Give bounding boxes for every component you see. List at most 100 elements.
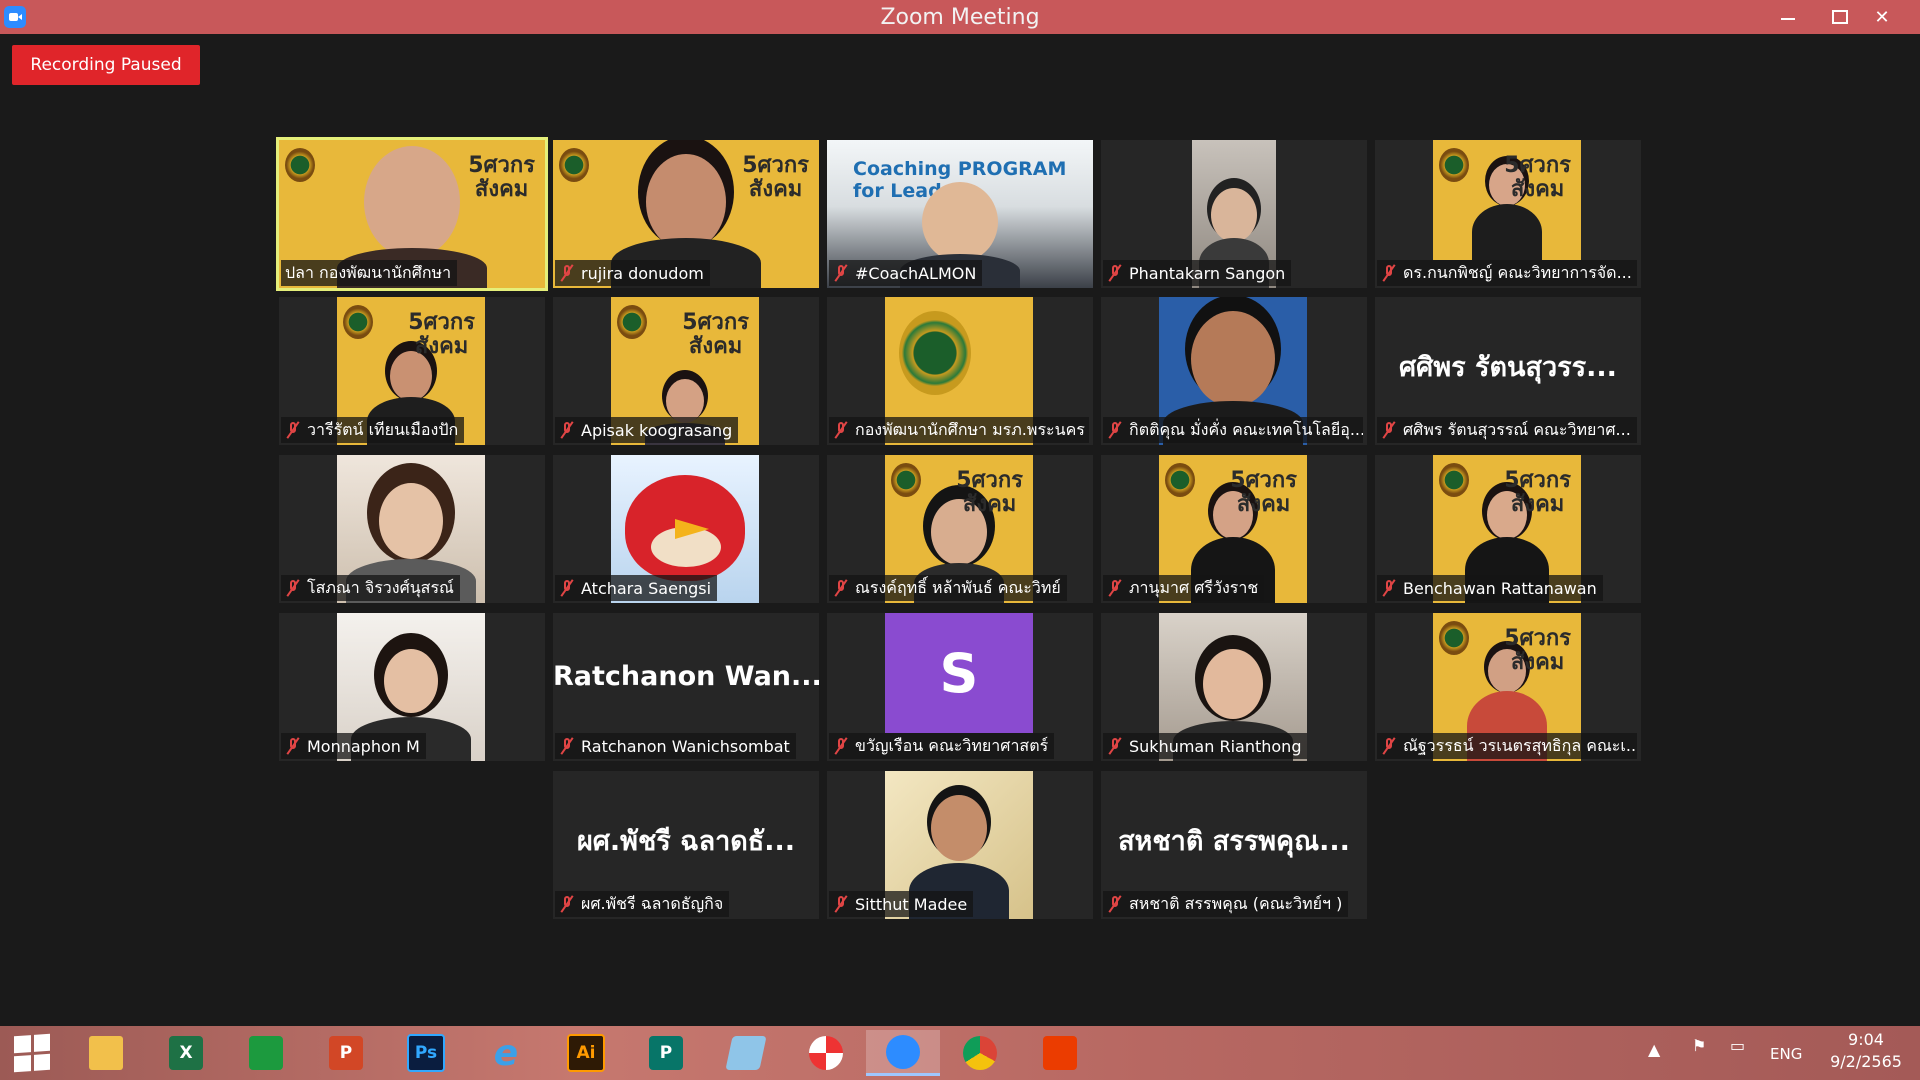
participant-tile[interactable]: Monnaphon M [279,613,545,761]
network-icon[interactable]: ▭ [1730,1036,1745,1055]
participant-tile[interactable]: Sitthut Madee [827,771,1093,919]
participant-video [1433,140,1581,260]
participant-name: ปลา กองพัฒนานักศึกษา [281,260,458,286]
participant-tile[interactable]: S ขวัญเรือน คณะวิทยาศาสตร์ [827,613,1093,761]
notepad-icon [725,1036,767,1070]
taskbar-app-notepad[interactable] [716,1030,776,1076]
participant-display-name: ศศิพร รัตนสุวรร... [1399,352,1617,383]
participant-name: วารีรัตน์ เทียนเมืองปัก [281,417,465,443]
participant-tile[interactable]: Coaching PROGRAM for Leader #CoachALMON [827,140,1093,288]
participant-tile[interactable]: Phantakarn Sangon [1101,140,1367,288]
participant-tile[interactable]: Atchara Saengsi [553,455,819,603]
participant-figure [1467,160,1547,260]
university-seal-logo [899,311,971,395]
participant-tile[interactable]: ผศ.พัชรี ฉลาดธั... ผศ.พัชรี ฉลาดธัญกิจ [553,771,819,919]
participant-name: Sitthut Madee [829,891,974,917]
action-center-flag-icon[interactable]: ⚑ [1692,1036,1706,1055]
muted-mic-icon [833,264,849,282]
participant-tile[interactable]: โสภณา จิรวงศ์นุสรณ์ [279,455,545,603]
store-icon [249,1036,283,1070]
muted-mic-icon [285,579,301,597]
participant-display-name: Ratchanon Wan... [553,661,819,692]
participant-name: ณัฐวรรธน์ วรเนตรสุทธิกุล คณะเ... [1377,733,1637,759]
participant-tile[interactable]: ภานุมาศ ศรีวังราช [1101,455,1367,603]
participant-tile[interactable]: สหชาติ สรรพคุณ... สหชาติ สรรพคุณ (คณะวิท… [1101,771,1367,919]
taskbar-clock[interactable]: 9:04 9/2/2565 [1818,1029,1914,1073]
start-button[interactable] [2,1030,62,1076]
close-icon: ✕ [1874,6,1890,28]
muted-mic-icon [1107,579,1123,597]
muted-mic-icon [559,264,575,282]
restore-icon [1832,10,1848,24]
muted-mic-icon [833,895,849,913]
input-language-indicator[interactable]: ENG [1770,1045,1802,1063]
photoscape-icon [809,1036,843,1070]
participant-name: ภานุมาศ ศรีวังราช [1103,575,1265,601]
participant-name: rujira donudom [555,260,710,286]
participant-tile[interactable]: ปลา กองพัฒนานักศึกษา [276,137,548,291]
taskbar-app-excel[interactable]: X [156,1030,216,1076]
recording-paused-button[interactable]: Recording Paused [12,45,200,85]
muted-mic-icon [833,737,849,755]
participant-name: Phantakarn Sangon [1103,260,1292,286]
muted-mic-icon [285,737,301,755]
participant-tile[interactable]: ศศิพร รัตนสุวรร... ศศิพร รัตนสุวรรณ์ คณะ… [1375,297,1641,445]
taskbar-app-internet-explorer[interactable]: e [476,1030,536,1076]
muted-mic-icon [1107,264,1123,282]
taskbar-app-illustrator[interactable]: Ai [556,1030,616,1076]
office-icon [1043,1036,1077,1070]
participant-name: Apisak koograsang [555,417,739,443]
taskbar-app-zoom[interactable] [866,1030,940,1076]
clock-date: 9/2/2565 [1830,1052,1902,1071]
participant-name: กองพัฒนานักศึกษา มรภ.พระนคร [829,417,1089,443]
muted-mic-icon [1107,895,1123,913]
participant-tile[interactable]: ดร.กนกพิชญ์ คณะวิทยาการจัด... [1375,140,1641,288]
show-hidden-icons-icon[interactable]: ▲ [1648,1040,1660,1059]
participant-tile[interactable]: Sukhuman Rianthong [1101,613,1367,761]
participant-avatar: S [885,613,1033,733]
taskbar-app-publisher[interactable]: P [636,1030,696,1076]
minimize-icon [1781,18,1795,20]
muted-mic-icon [559,579,575,597]
clock-time: 9:04 [1848,1030,1884,1049]
muted-mic-icon [833,579,849,597]
taskbar-app-file-explorer[interactable] [76,1030,136,1076]
taskbar-app-powerpoint[interactable]: P [316,1030,376,1076]
muted-mic-icon [1381,579,1397,597]
minimize-button[interactable] [1762,0,1814,34]
taskbar-app-chrome[interactable] [950,1030,1010,1076]
taskbar-app-store[interactable] [236,1030,296,1076]
participant-name: Monnaphon M [281,733,426,759]
participant-name: Ratchanon Wanichsombat [555,733,796,759]
participant-name: #CoachALMON [829,260,983,286]
muted-mic-icon [559,895,575,913]
taskbar-app-photoshop[interactable]: Ps [396,1030,456,1076]
muted-mic-icon [285,421,301,439]
participant-tile[interactable]: Benchawan Rattanawan [1375,455,1641,603]
windows-taskbar: X P Ps e Ai P ▲ ⚑ ▭ ENG [0,1026,1920,1080]
participant-display-name: สหชาติ สรรพคุณ... [1118,826,1350,857]
close-button[interactable]: ✕ [1856,0,1908,34]
participant-name: ศศิพร รัตนสุวรรณ์ คณะวิทยาศ... [1377,417,1637,443]
photoshop-icon: Ps [407,1034,445,1072]
participant-tile[interactable]: ณัฐวรรธน์ วรเนตรสุทธิกุล คณะเ... [1375,613,1641,761]
participant-tile[interactable]: ณรงค์ฤทธิ์ หล้าพันธ์ คณะวิทย์ [827,455,1093,603]
taskbar-app-photoscape[interactable] [796,1030,856,1076]
participant-tile[interactable]: Ratchanon Wan... Ratchanon Wanichsombat [553,613,819,761]
participant-name: สหชาติ สรรพคุณ (คณะวิทย์ฯ ) [1103,891,1349,917]
participant-name: Benchawan Rattanawan [1377,575,1603,601]
participant-tile[interactable]: กิตติคุณ มั่งคั่ง คณะเทคโนโลยีอุ... [1101,297,1367,445]
muted-mic-icon [1381,264,1397,282]
participant-tile[interactable]: วารีรัตน์ เทียนเมืองปัก [279,297,545,445]
muted-mic-icon [559,421,575,439]
window-title-bar: Zoom Meeting ✕ [0,0,1920,34]
participant-name: Atchara Saengsi [555,575,718,601]
file-explorer-icon [89,1036,123,1070]
muted-mic-icon [1107,737,1123,755]
participant-tile[interactable]: rujira donudom [553,140,819,288]
muted-mic-icon [559,737,575,755]
participant-name: กิตติคุณ มั่งคั่ง คณะเทคโนโลยีอุ... [1103,417,1363,443]
taskbar-app-office[interactable] [1030,1030,1090,1076]
participant-tile[interactable]: กองพัฒนานักศึกษา มรภ.พระนคร [827,297,1093,445]
participant-tile[interactable]: Apisak koograsang [553,297,819,445]
